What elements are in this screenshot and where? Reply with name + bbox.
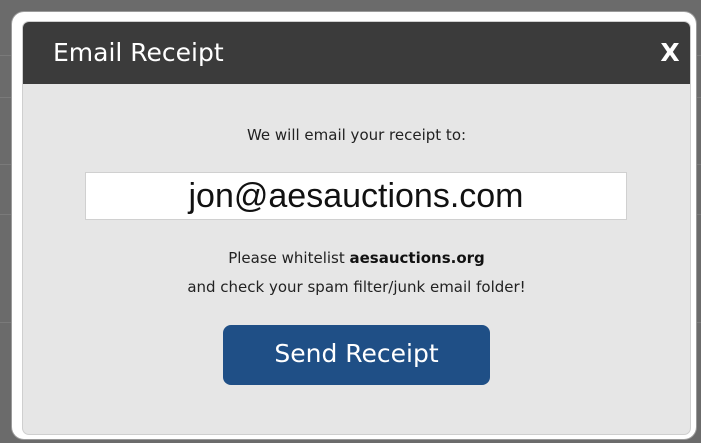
whitelist-note: Please whitelist aesauctions.org — [23, 248, 690, 268]
close-button[interactable]: X — [654, 35, 686, 71]
send-receipt-button[interactable]: Send Receipt — [223, 325, 490, 385]
dialog-title: Email Receipt — [53, 38, 224, 67]
email-field[interactable]: jon@aesauctions.com — [85, 172, 627, 220]
intro-text: We will email your receipt to: — [246, 126, 467, 144]
spam-note: and check your spam filter/junk email fo… — [187, 278, 526, 296]
whitelist-domain: aesauctions.org — [349, 249, 485, 267]
whitelist-prefix: Please whitelist — [228, 249, 350, 267]
dialog-title-bar: Email Receipt X — [23, 22, 690, 84]
email-receipt-dialog: Email Receipt X We will email your recei… — [23, 22, 690, 434]
